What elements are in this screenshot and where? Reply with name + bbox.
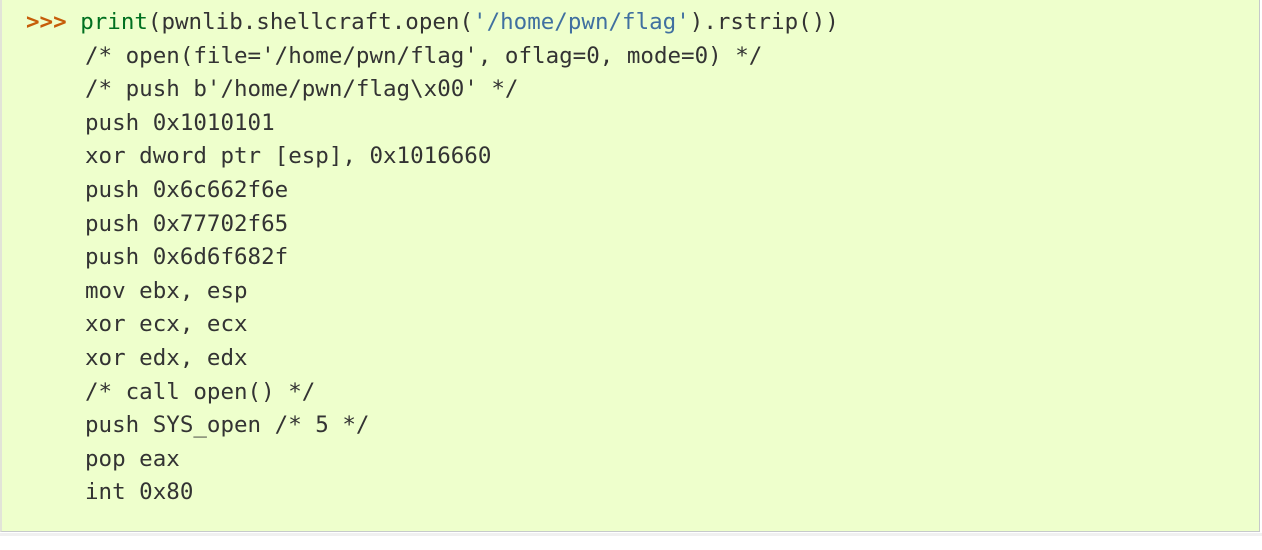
output-line: push 0x77702f65 xyxy=(85,210,289,237)
output-line: push 0x1010101 xyxy=(85,109,275,136)
output-line: int 0x80 xyxy=(85,479,194,506)
output-line: pop eax xyxy=(85,445,180,472)
output-line: push 0x6c662f6e xyxy=(85,176,289,203)
output-line: /* open(file='/home/pwn/flag', oflag=0, … xyxy=(85,42,763,69)
input-line: >>> print(pwnlib.shellcraft.open('/home/… xyxy=(26,6,839,40)
code-listing: >>> print(pwnlib.shellcraft.open('/home/… xyxy=(26,6,839,510)
path-string: '/home/pwn/flag' xyxy=(473,9,690,35)
output-line: xor edx, edx xyxy=(85,344,248,371)
output-line: mov ebx, esp xyxy=(85,277,248,304)
call-prefix: (pwnlib.shellcraft.open( xyxy=(147,9,474,35)
print-builtin: print xyxy=(80,9,148,35)
output-line: /* push b'/home/pwn/flag\x00' */ xyxy=(85,76,519,103)
repl-prompt: >>> xyxy=(26,9,67,35)
output-line: push 0x6d6f682f xyxy=(85,244,289,271)
code-block: >>> print(pwnlib.shellcraft.open('/home/… xyxy=(0,0,1260,532)
call-suffix: ).rstrip()) xyxy=(689,9,839,35)
bottom-divider xyxy=(0,533,1262,536)
output-line: xor dword ptr [esp], 0x1016660 xyxy=(85,143,492,170)
output-line: push SYS_open /* 5 */ xyxy=(85,412,370,439)
prompt-separator xyxy=(67,9,81,35)
output-line: /* call open() */ xyxy=(85,378,316,405)
output-line: xor ecx, ecx xyxy=(85,311,248,338)
